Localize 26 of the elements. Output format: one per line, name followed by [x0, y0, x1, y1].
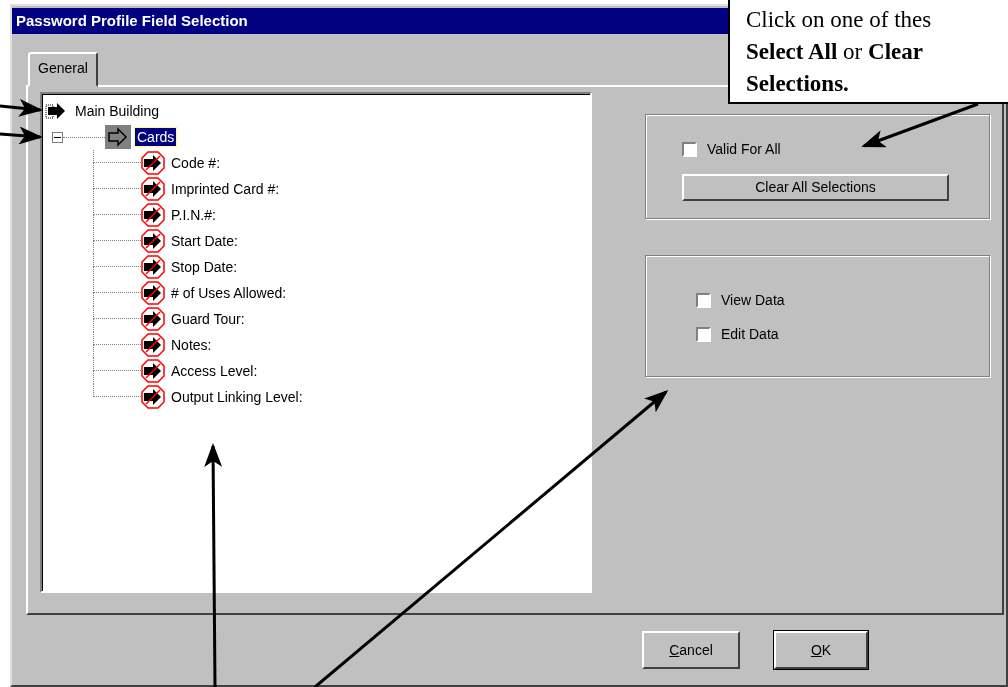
tree-item[interactable]: Access Level: [169, 362, 260, 380]
tree-item[interactable]: Stop Date: [169, 258, 240, 276]
checkbox[interactable] [682, 142, 697, 157]
tree-item[interactable]: Imprinted Card #: [169, 180, 282, 198]
tree-item[interactable]: Start Date: [169, 232, 240, 250]
tree-item[interactable]: Main Building [73, 102, 162, 120]
tree-item[interactable]: Output Linking Level: [169, 388, 305, 406]
checkbox-label: Valid For All [707, 140, 781, 159]
checkbox[interactable] [696, 327, 711, 342]
clear-all-button[interactable]: Clear All Selections [682, 174, 949, 201]
tree-item[interactable]: # of Uses Allowed: [169, 284, 289, 302]
ok-button[interactable]: OK [774, 631, 868, 669]
checkbox-label: Edit Data [721, 325, 779, 344]
collapse-icon[interactable] [52, 131, 63, 143]
tree-item[interactable]: Guard Tour: [169, 310, 247, 328]
checkbox[interactable] [696, 293, 711, 308]
tree-item[interactable]: Notes: [169, 336, 214, 354]
tree-item[interactable]: Code #: [169, 154, 223, 172]
annotation-arrow [0, 126, 43, 145]
tab[interactable]: General [28, 52, 98, 87]
tree-item[interactable]: P.I.N.#: [169, 206, 218, 224]
tree-item[interactable]: Cards [135, 128, 177, 146]
cancel-button[interactable]: Cancel [642, 631, 740, 669]
callout-text: Click on one of thes Select All or Clear Selections. [728, 0, 1008, 104]
checkbox-label: View Data [721, 291, 785, 310]
annotation-arrow [0, 98, 43, 117]
